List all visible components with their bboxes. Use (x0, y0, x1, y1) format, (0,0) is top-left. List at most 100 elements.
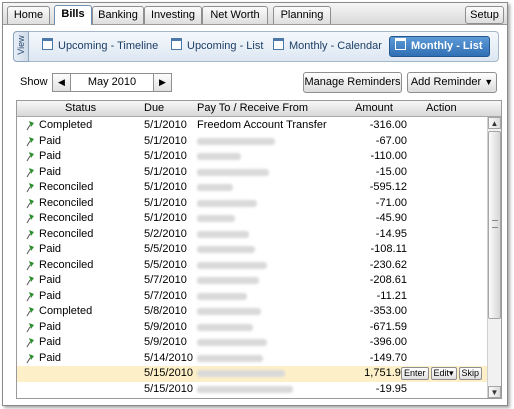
view-upcoming-timeline[interactable]: Upcoming - Timeline (42, 37, 158, 56)
redacted-payee (197, 292, 247, 300)
tab-banking[interactable]: Banking (92, 6, 144, 24)
table-row[interactable]: Paid 5/7/2010 -208.61 (17, 273, 487, 289)
table-row[interactable]: Reconciled 5/1/2010 -45.90 (17, 211, 487, 227)
redacted-payee (197, 184, 233, 191)
scroll-up-arrow-icon[interactable]: ▲ (488, 117, 501, 129)
redacted-payee (197, 230, 249, 238)
payee-cell (197, 165, 269, 180)
view-item-label: Monthly - List (411, 40, 483, 52)
edit-dropdown-button[interactable]: Edit▾ (430, 367, 457, 380)
column-header-amount[interactable]: Amount (355, 101, 393, 116)
table-row[interactable]: Paid 5/1/2010 -110.00 (17, 149, 487, 165)
payee-cell (197, 351, 263, 366)
view-selector-bar: View Upcoming - Timeline Upcoming - List… (13, 31, 499, 62)
table-row[interactable]: Reconciled 5/1/2010 -71.00 (17, 196, 487, 212)
tab-planning[interactable]: Planning (273, 6, 331, 24)
amount-cell: -71.00 (375, 196, 407, 209)
view-upcoming-list[interactable]: Upcoming - List (171, 37, 263, 56)
status-cell: Completed (39, 119, 93, 131)
redacted-payee (197, 339, 267, 346)
pin-icon (26, 338, 34, 348)
column-header-payee[interactable]: Pay To / Receive From (197, 101, 308, 116)
due-date-cell: 5/5/2010 (144, 258, 187, 271)
tab-net-worth[interactable]: Net Worth (202, 6, 268, 24)
view-item-label: Monthly - Calendar (289, 40, 382, 52)
manage-reminders-button[interactable]: Manage Reminders (303, 72, 402, 93)
table-header: Status Due Pay To / Receive From Amount … (17, 101, 501, 117)
scrollbar-thumb[interactable] (488, 131, 501, 319)
pin-icon (26, 245, 34, 255)
status-cell: Paid (39, 320, 62, 333)
scroll-down-arrow-icon[interactable]: ▼ (488, 386, 501, 398)
redacted-payee (197, 370, 285, 377)
main-tab-bar: Home Bills Banking Investing Net Worth P… (3, 3, 507, 25)
payee-cell (197, 134, 275, 149)
pin-icon (26, 291, 34, 301)
month-selector[interactable]: May 2010 (71, 73, 153, 92)
payee-cell (197, 320, 253, 335)
show-label: Show (20, 76, 48, 88)
tab-home[interactable]: Home (7, 6, 50, 24)
add-reminder-button[interactable]: Add Reminder ▼ (407, 72, 497, 93)
pin-icon (26, 214, 34, 224)
tab-investing[interactable]: Investing (144, 6, 202, 24)
amount-cell: -595.12 (369, 181, 407, 193)
status-cell: Paid (39, 243, 62, 255)
status-cell: Reconciled (39, 212, 94, 224)
payee-cell: Freedom Account Transfer (197, 119, 327, 131)
column-header-due[interactable]: Due (144, 101, 164, 116)
view-monthly-list[interactable]: Monthly - List (389, 36, 490, 57)
table-row[interactable]: Reconciled 5/2/2010 -14.95 (17, 227, 487, 243)
due-date-cell: 5/1/2010 (144, 134, 187, 147)
due-date-cell: 5/9/2010 (144, 320, 187, 333)
table-row[interactable]: Reconciled 5/1/2010 -595.12 (17, 180, 487, 196)
table-row[interactable]: 5/15/2010 -19.95 (17, 382, 487, 398)
table-row[interactable]: Paid 5/7/2010 -11.21 (17, 289, 487, 305)
due-date-cell: 5/1/2010 (144, 212, 187, 224)
tab-bills[interactable]: Bills (54, 5, 92, 25)
table-row[interactable]: Paid 5/5/2010 -108.11 (17, 242, 487, 258)
vertical-scrollbar[interactable]: ▲ ▼ (487, 117, 501, 398)
status-cell: Reconciled (39, 181, 94, 193)
table-row[interactable]: Paid 5/9/2010 -396.00 (17, 335, 487, 351)
calendar-icon (395, 38, 406, 50)
status-cell: Paid (39, 274, 62, 286)
view-monthly-calendar[interactable]: Monthly - Calendar (273, 37, 382, 56)
due-date-cell: 5/7/2010 (144, 274, 187, 286)
amount-cell: -149.70 (369, 351, 407, 364)
payee-cell (197, 304, 261, 319)
enter-button[interactable]: Enter (401, 367, 429, 380)
status-cell: Reconciled (39, 227, 94, 240)
add-reminder-label: Add Reminder (410, 76, 482, 88)
payee-cell (197, 289, 247, 304)
due-date-cell: 5/14/2010 (144, 351, 193, 364)
due-date-cell: 5/1/2010 (144, 196, 187, 209)
redacted-payee (197, 246, 255, 253)
table-row[interactable]: Paid 5/14/2010 -149.70 (17, 351, 487, 367)
setup-button[interactable]: Setup (465, 6, 504, 24)
redacted-payee (197, 354, 263, 362)
dropdown-arrow-icon: ▼ (484, 77, 494, 87)
redacted-payee (197, 199, 257, 207)
due-date-cell: 5/7/2010 (144, 289, 187, 302)
next-month-button[interactable]: ▶ (153, 73, 172, 92)
table-row[interactable]: Paid 5/1/2010 -15.00 (17, 165, 487, 181)
amount-cell: -671.59 (369, 320, 407, 333)
table-row[interactable]: Paid 5/9/2010 -671.59 (17, 320, 487, 336)
previous-month-button[interactable]: ◀ (52, 73, 71, 92)
pin-icon (26, 121, 34, 131)
redacted-payee (197, 385, 293, 393)
table-row[interactable]: 5/15/2010 1,751.94 Enter Edit▾ Skip (17, 366, 487, 382)
amount-cell: -230.62 (369, 258, 407, 271)
column-header-status[interactable]: Status (65, 101, 96, 116)
amount-cell: -19.95 (375, 382, 407, 395)
due-date-cell: 5/1/2010 (144, 181, 187, 193)
table-row[interactable]: Completed 5/1/2010 Freedom Account Transfe… (17, 118, 487, 134)
table-row[interactable]: Completed 5/8/2010 -353.00 (17, 304, 487, 320)
table-row[interactable]: Paid 5/1/2010 -67.00 (17, 134, 487, 150)
status-cell: Paid (39, 336, 62, 348)
status-cell: Paid (39, 289, 62, 302)
skip-button[interactable]: Skip (458, 367, 483, 380)
status-cell: Paid (39, 351, 62, 364)
table-row[interactable]: Reconciled 5/5/2010 -230.62 (17, 258, 487, 274)
